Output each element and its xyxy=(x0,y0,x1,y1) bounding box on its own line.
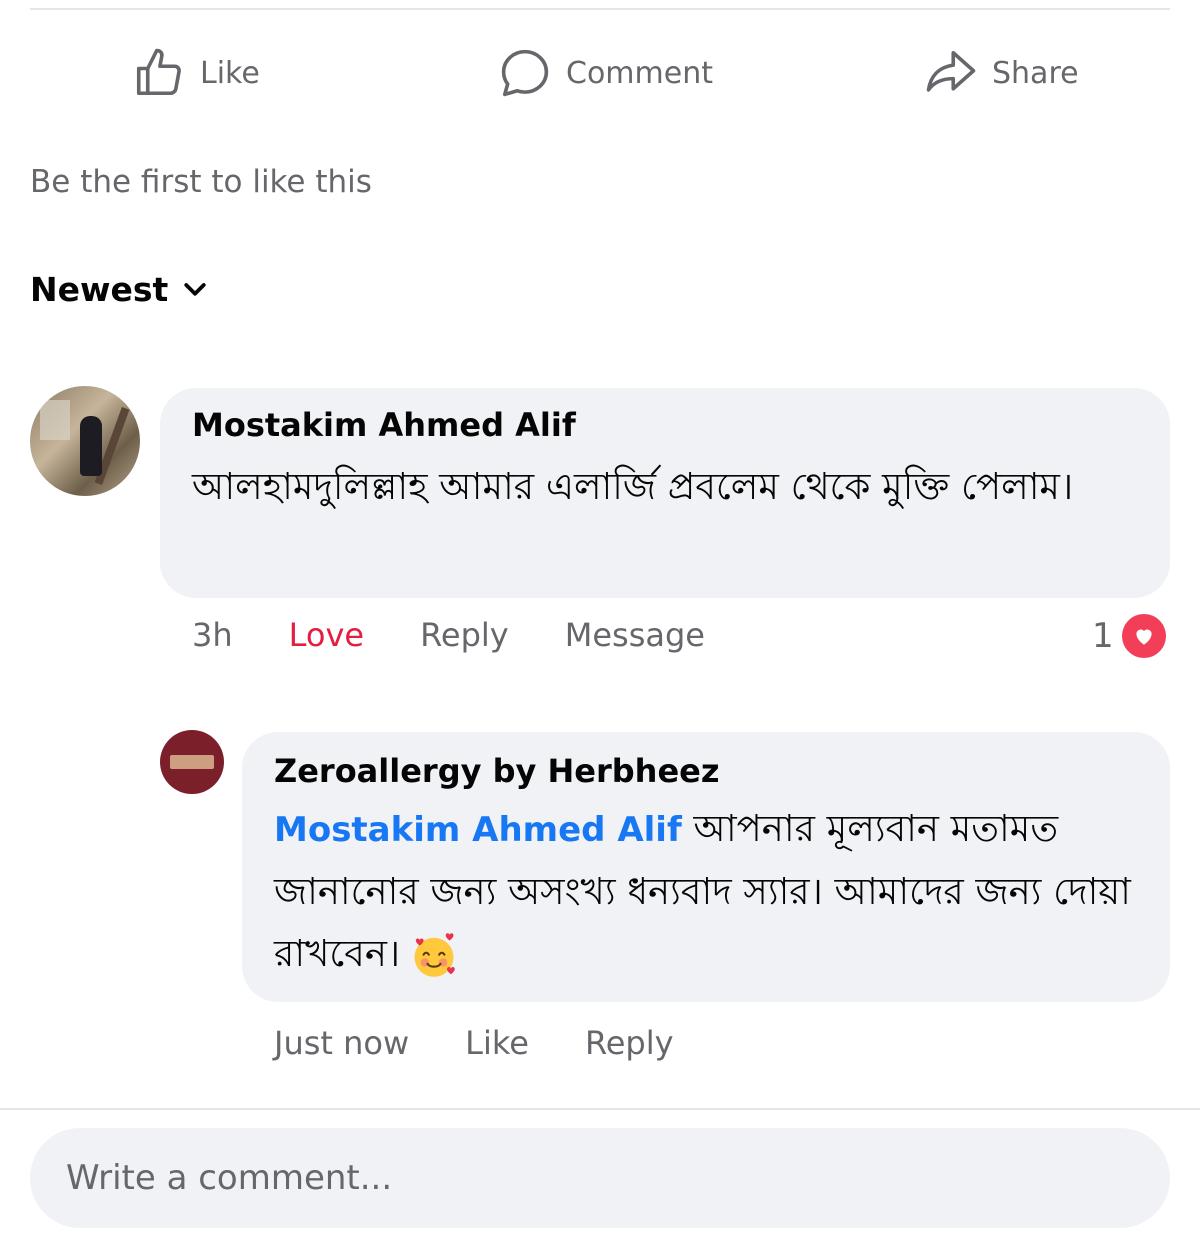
comment-meta: 3h Love Reply Message xyxy=(192,616,761,654)
chevron-down-icon xyxy=(184,282,206,296)
like-button[interactable]: Like xyxy=(132,40,260,106)
comment-bubble-icon xyxy=(501,49,549,97)
reply-timestamp[interactable]: Just now xyxy=(274,1024,409,1062)
reply-button[interactable]: Reply xyxy=(420,616,509,654)
share-button[interactable]: Share xyxy=(924,40,1079,106)
reply-author[interactable]: Zeroallergy by Herbheez xyxy=(274,752,719,790)
reply-text: Mostakim Ahmed Alif আপনার মূল্যবান মতামত… xyxy=(274,798,1144,985)
reply-meta: Just now Like Reply xyxy=(274,1024,730,1062)
share-label: Share xyxy=(992,55,1079,91)
page-avatar[interactable] xyxy=(160,730,224,794)
reactions-summary: Be the first to like this xyxy=(30,164,372,200)
message-button[interactable]: Message xyxy=(565,616,705,654)
love-reaction-button[interactable]: Love xyxy=(289,616,364,654)
mention-link[interactable]: Mostakim Ahmed Alif xyxy=(274,810,682,850)
sort-label: Newest xyxy=(30,270,169,309)
reply-like-button[interactable]: Like xyxy=(465,1024,529,1062)
comment-input[interactable] xyxy=(64,1157,1128,1199)
comment-label: Comment xyxy=(566,55,713,91)
comment-button[interactable]: Comment xyxy=(498,40,713,106)
composer-divider xyxy=(0,1108,1200,1110)
reaction-count[interactable]: 1 xyxy=(1092,614,1166,658)
avatar[interactable] xyxy=(30,386,140,496)
like-label: Like xyxy=(200,55,260,91)
heart-icon xyxy=(1121,614,1166,658)
comment-timestamp[interactable]: 3h xyxy=(192,616,233,654)
post-action-bar: Like Comment Share xyxy=(0,40,1200,106)
comment-text: আলহামদুলিল্লাহ আমার এলার্জি প্রবলেম থেকে… xyxy=(192,465,1074,508)
top-divider xyxy=(30,8,1170,10)
comment-composer[interactable] xyxy=(30,1128,1170,1228)
share-arrow-icon xyxy=(926,50,976,92)
reaction-count-number: 1 xyxy=(1092,616,1114,656)
thumbs-up-icon xyxy=(136,48,181,96)
comment-author[interactable]: Mostakim Ahmed Alif xyxy=(192,406,576,444)
smiling-face-with-hearts-icon xyxy=(414,932,455,977)
comment-sort-dropdown[interactable]: Newest xyxy=(30,270,210,309)
reply-reply-button[interactable]: Reply xyxy=(585,1024,674,1062)
brand-logo-icon xyxy=(170,755,214,769)
